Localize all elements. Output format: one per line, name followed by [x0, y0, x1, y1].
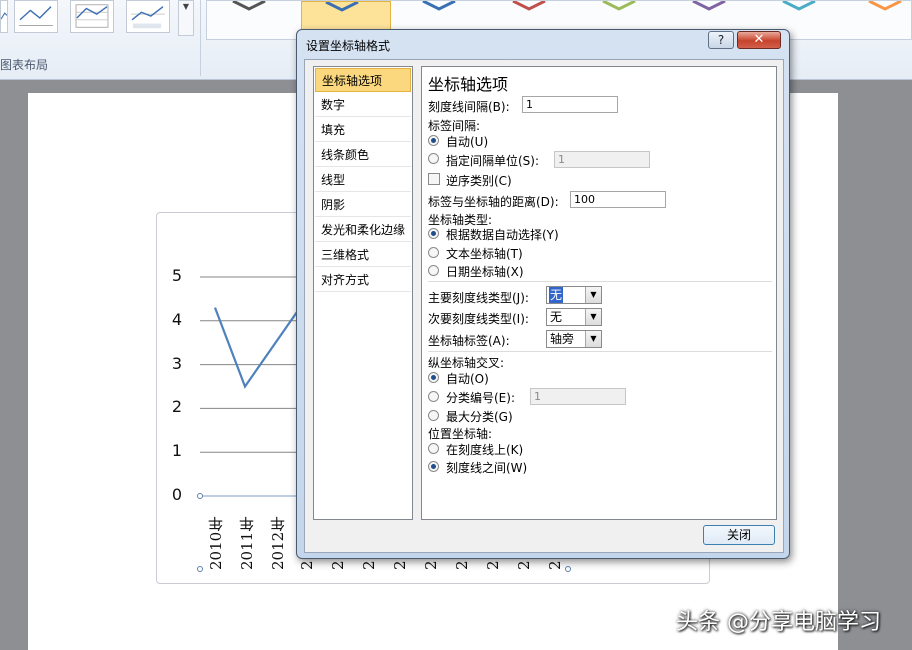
chevron-down-icon: ▼: [585, 287, 601, 303]
cross-category-input[interactable]: 1: [530, 388, 626, 405]
nav-item-number[interactable]: 数字: [315, 93, 411, 117]
x-axis-tick-label: 2010年: [207, 516, 225, 570]
position-on-ticks-radio[interactable]: [428, 443, 439, 454]
tick-interval-input[interactable]: 1: [522, 96, 618, 113]
panel-heading: 坐标轴选项: [428, 75, 509, 94]
axis-type-auto-radio[interactable]: [428, 228, 439, 239]
nav-item-alignment[interactable]: 对齐方式: [315, 268, 411, 292]
format-axis-dialog: 设置坐标轴格式 ? ✕ 坐标轴选项 数字 填充 线条颜色 线型 阴影 发光和柔化…: [296, 29, 790, 559]
watermark-text: 头条 @分享电脑学习: [676, 610, 881, 635]
tick-interval-label: 刻度线间隔(B):: [428, 100, 510, 114]
axis-labels-value: 轴旁: [550, 332, 575, 346]
minor-tick-type-value: 无: [550, 310, 563, 324]
axis-type-date-label: 日期坐标轴(X): [446, 265, 524, 279]
nav-item-line-color[interactable]: 线条颜色: [315, 143, 411, 167]
y-axis-tick-label: 3: [171, 353, 182, 373]
label-interval-auto-label: 自动(U): [446, 135, 489, 149]
label-interval-specify-radio[interactable]: [428, 153, 439, 164]
y-axis-tick-label: 5: [171, 266, 182, 285]
axis-type-text-label: 文本坐标轴(T): [446, 247, 523, 261]
label-interval-label: 标签间隔:: [428, 119, 481, 133]
y-axis-tick-label: 0: [171, 485, 182, 504]
category-nav: 坐标轴选项 数字 填充 线条颜色 线型 阴影 发光和柔化边缘 三维格式 对齐方式: [313, 66, 413, 520]
close-button[interactable]: 关闭: [703, 525, 775, 545]
axis-labels-select[interactable]: 轴旁 ▼: [546, 330, 602, 348]
reverse-categories-label: 逆序类别(C): [446, 174, 512, 188]
selection-handle[interactable]: [197, 493, 203, 499]
reverse-categories-checkbox[interactable]: [428, 173, 440, 185]
position-between-ticks-radio[interactable]: [428, 461, 439, 472]
axis-type-date-radio[interactable]: [428, 265, 439, 276]
dialog-client: 坐标轴选项 数字 填充 线条颜色 线型 阴影 发光和柔化边缘 三维格式 对齐方式…: [304, 59, 784, 553]
cross-auto-label: 自动(O): [446, 372, 489, 386]
nav-item-axis-options[interactable]: 坐标轴选项: [315, 68, 411, 92]
x-axis-tick-label: 2011年: [238, 516, 256, 570]
cross-auto-radio[interactable]: [428, 372, 439, 383]
help-button[interactable]: ?: [708, 31, 734, 49]
cross-max-label: 最大分类(G): [446, 410, 513, 424]
section-divider: [428, 351, 772, 352]
label-distance-input[interactable]: 100: [570, 191, 666, 208]
major-tick-type-value: 无: [549, 287, 564, 303]
x-axis-tick-label: 2012年: [269, 516, 287, 570]
section-divider: [428, 281, 772, 282]
chevron-down-icon: ▼: [585, 309, 601, 325]
series-line[interactable]: [213, 307, 301, 389]
vertical-axis-crosses-label: 纵坐标轴交叉:: [428, 356, 505, 370]
nav-item-fill[interactable]: 填充: [315, 118, 411, 142]
y-axis-tick-label: 4: [171, 309, 182, 329]
position-between-ticks-label: 刻度线之间(W): [446, 461, 528, 475]
cross-max-radio[interactable]: [428, 410, 439, 421]
close-x-button[interactable]: ✕: [737, 31, 781, 49]
y-axis-tick-label: 1: [171, 441, 182, 461]
label-interval-auto-radio[interactable]: [428, 135, 439, 146]
axis-type-auto-label: 根据数据自动选择(Y): [446, 228, 559, 242]
axis-options-panel: 坐标轴选项 刻度线间隔(B): 1 标签间隔: 自动(U) 指定间隔单位(S):…: [421, 66, 777, 520]
major-tick-type-select[interactable]: 无 ▼: [546, 286, 602, 304]
nav-item-shadow[interactable]: 阴影: [315, 193, 411, 217]
label-interval-specify-label: 指定间隔单位(S):: [446, 154, 540, 168]
nav-item-line-style[interactable]: 线型: [315, 168, 411, 192]
cross-category-label: 分类编号(E):: [446, 391, 515, 405]
label-distance-label: 标签与坐标轴的距离(D):: [428, 195, 559, 209]
axis-type-text-radio[interactable]: [428, 247, 439, 258]
nav-item-3d-format[interactable]: 三维格式: [315, 243, 411, 267]
cross-category-radio[interactable]: [428, 391, 439, 402]
label-interval-specify-input[interactable]: 1: [554, 151, 650, 168]
axis-position-label: 位置坐标轴:: [428, 427, 493, 441]
minor-tick-type-select[interactable]: 无 ▼: [546, 308, 602, 326]
position-on-ticks-label: 在刻度线上(K): [446, 443, 524, 457]
nav-item-glow-soft-edges[interactable]: 发光和柔化边缘: [315, 218, 411, 242]
minor-tick-type-label: 次要刻度线类型(I):: [428, 312, 529, 326]
selection-handle[interactable]: [197, 566, 203, 572]
y-axis-tick-label: 2: [171, 397, 182, 417]
axis-labels-label: 坐标轴标签(A):: [428, 334, 510, 348]
dialog-title: 设置坐标轴格式: [306, 39, 391, 53]
chevron-down-icon: ▼: [585, 331, 601, 347]
major-tick-type-label: 主要刻度线类型(J):: [428, 291, 529, 305]
